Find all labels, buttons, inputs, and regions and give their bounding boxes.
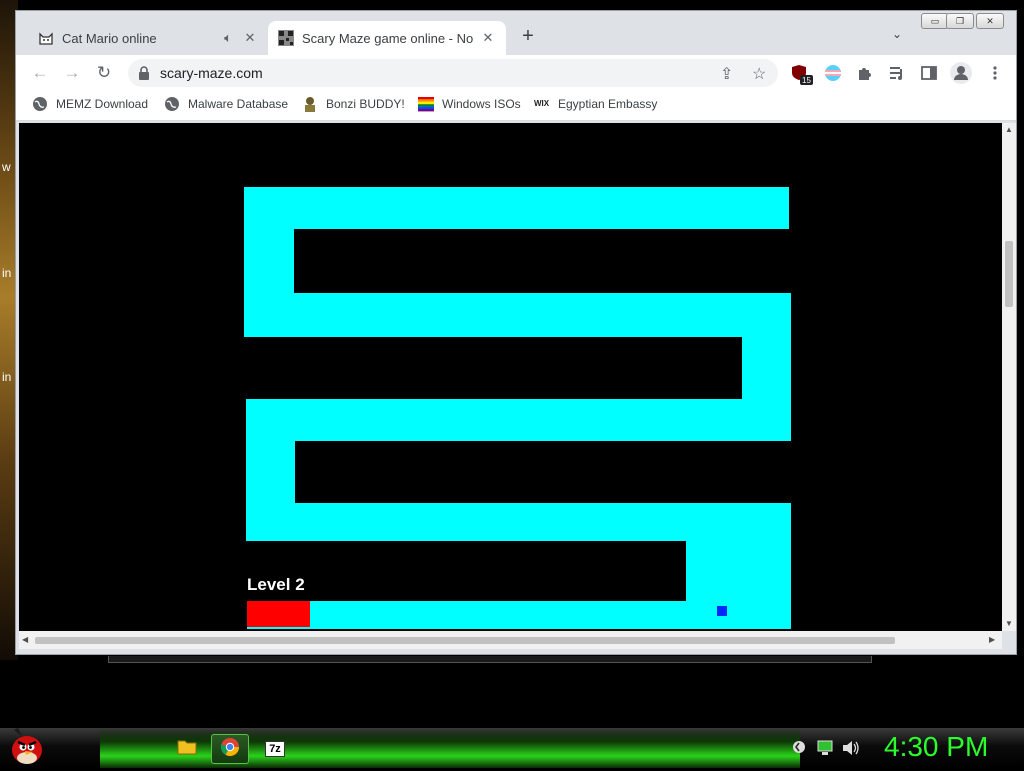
bookmark-label: Malware Database: [188, 97, 289, 111]
scroll-right-icon[interactable]: ▶: [989, 635, 995, 644]
bonzi-icon: [302, 96, 318, 112]
game-canvas[interactable]: Level 2: [19, 123, 1002, 631]
bookmark-windows-isos[interactable]: Windows ISOs: [418, 96, 521, 112]
desktop-text: in: [2, 266, 12, 280]
qr-icon: [278, 30, 294, 46]
new-tab-button[interactable]: +: [518, 25, 538, 48]
wix-icon: WIX: [534, 99, 550, 108]
bookmark-egyptian-embassy[interactable]: WIX Egyptian Embassy: [534, 96, 657, 112]
ublock-extension-icon[interactable]: 15: [791, 64, 813, 85]
forward-button[interactable]: →: [62, 63, 82, 83]
rainbow-flag-icon: [418, 96, 434, 112]
maze-path: [244, 187, 789, 229]
bookmark-star-icon[interactable]: ☆: [752, 64, 766, 84]
tab-search-button[interactable]: ⌄: [892, 27, 902, 41]
cat-icon: [38, 30, 54, 46]
more-menu-icon[interactable]: [986, 64, 1004, 82]
desktop-text: in: [2, 370, 12, 384]
maze-start-zone[interactable]: [247, 601, 310, 627]
taskbar-file-explorer[interactable]: [168, 734, 206, 764]
horizontal-scroll-thumb[interactable]: [35, 637, 895, 644]
url-text[interactable]: scary-maze.com: [160, 65, 263, 81]
bookmarks-bar: MEMZ Download Malware Database Bonzi BUD…: [16, 91, 1016, 121]
lock-icon[interactable]: [138, 66, 150, 80]
reload-button[interactable]: ↻: [94, 63, 114, 83]
bookmark-memz[interactable]: MEMZ Download: [32, 96, 148, 112]
tab-title: Scary Maze game online - No ov: [302, 30, 474, 46]
bookmark-label: Windows ISOs: [442, 97, 521, 111]
close-tab-icon[interactable]: ✕: [242, 30, 258, 46]
bookmark-label: Bonzi BUDDY!: [326, 97, 405, 111]
desktop-text: w: [2, 160, 11, 174]
maze-path: [246, 399, 791, 441]
vertical-scrollbar[interactable]: ▲ ▼: [1002, 123, 1016, 631]
media-control-icon[interactable]: [888, 64, 906, 82]
chrome-icon: [220, 737, 240, 762]
back-button[interactable]: ←: [30, 63, 50, 83]
taskbar-7zip[interactable]: 7z: [256, 734, 294, 764]
scroll-up-icon[interactable]: ▲: [1005, 125, 1013, 134]
bookmark-bonzi[interactable]: Bonzi BUDDY!: [302, 96, 405, 112]
bookmark-label: MEMZ Download: [56, 97, 149, 111]
globe-icon: [164, 96, 180, 112]
folder-icon: [177, 738, 197, 761]
maze-path: [244, 293, 791, 337]
address-bar[interactable]: scary-maze.com ⇪ ☆: [128, 59, 778, 87]
tab-cat-mario[interactable]: Cat Mario online 🔈︎ ✕: [28, 21, 268, 55]
7zip-icon: 7z: [265, 741, 285, 757]
minimize-button[interactable]: ▭: [921, 13, 949, 29]
taskbar-clock[interactable]: 4:30 PM: [884, 731, 988, 763]
puzzle-extensions-icon[interactable]: [856, 64, 874, 82]
bookmark-label: Egyptian Embassy: [558, 97, 658, 111]
restore-button[interactable]: ❐: [946, 13, 974, 29]
globe-icon: [32, 96, 48, 112]
tab-scary-maze[interactable]: Scary Maze game online - No ov ✕: [268, 21, 506, 55]
scroll-down-icon[interactable]: ▼: [1005, 619, 1013, 628]
browser-window: Cat Mario online 🔈︎ ✕ Scary Maze game on…: [15, 10, 1017, 655]
window-shadow: [108, 656, 872, 663]
close-window-button[interactable]: ✕: [976, 13, 1004, 29]
volume-icon[interactable]: [842, 740, 860, 761]
bookmark-malware-db[interactable]: Malware Database: [164, 96, 288, 112]
extension-badge: 15: [802, 76, 811, 85]
speaker-icon[interactable]: 🔈︎: [220, 30, 236, 46]
pride-extension-icon[interactable]: [824, 64, 842, 82]
keyboard-icon[interactable]: [792, 740, 806, 759]
scroll-left-icon[interactable]: ◀: [22, 635, 28, 644]
level-label: Level 2: [247, 575, 305, 594]
tab-title: Cat Mario online: [62, 30, 157, 46]
start-button-angry-bird-icon[interactable]: [8, 726, 46, 766]
horizontal-scrollbar[interactable]: ◀ ▶: [19, 631, 1002, 649]
side-panel-icon[interactable]: [920, 64, 938, 82]
network-icon[interactable]: [816, 740, 834, 761]
browser-toolbar: ← → ↻ scary-maze.com ⇪ ☆ 15: [16, 55, 1016, 91]
profile-avatar-icon[interactable]: [950, 62, 972, 84]
close-tab-icon[interactable]: ✕: [480, 30, 496, 46]
tab-strip: Cat Mario online 🔈︎ ✕ Scary Maze game on…: [16, 11, 1016, 55]
maze-path: [247, 601, 791, 629]
taskbar-chrome[interactable]: [211, 734, 249, 764]
share-icon[interactable]: ⇪: [720, 64, 733, 84]
vertical-scroll-thumb[interactable]: [1005, 241, 1013, 307]
maze-player-dot[interactable]: [717, 606, 727, 616]
